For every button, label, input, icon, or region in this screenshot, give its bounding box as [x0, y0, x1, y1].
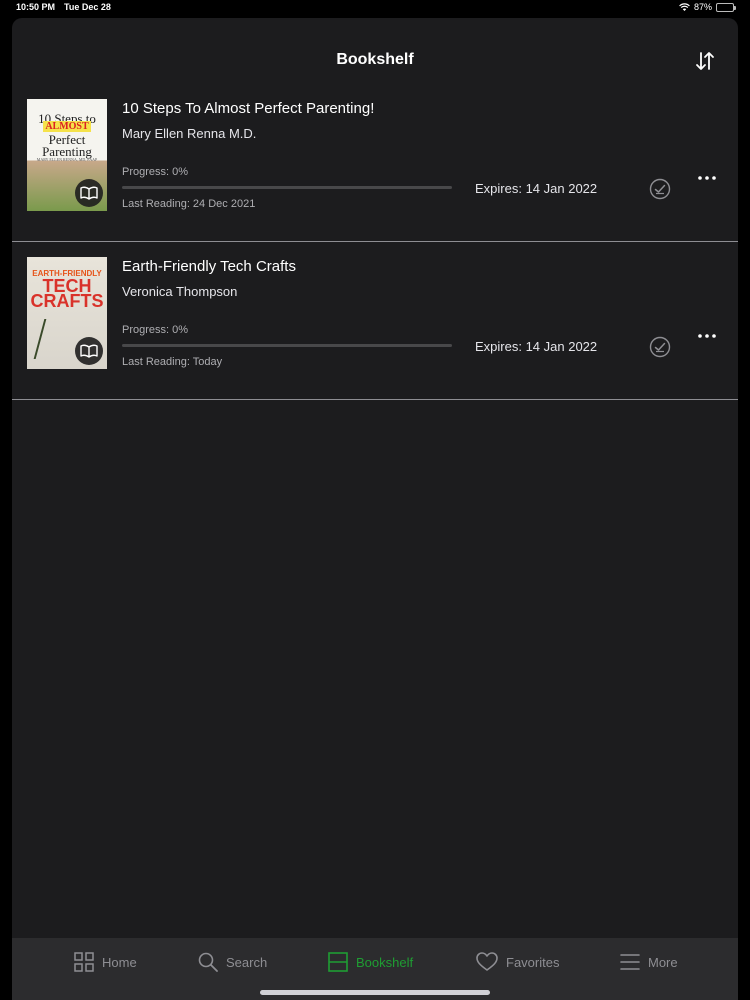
tab-home[interactable]: Home [74, 938, 137, 986]
ellipsis-icon [698, 176, 716, 180]
book-row[interactable]: 10 Steps to ALMOST Perfect Parenting MAR… [12, 84, 738, 242]
cover-title-line: ALMOST [43, 121, 91, 132]
tab-label: More [648, 954, 678, 970]
menu-icon [620, 954, 640, 970]
tab-favorites[interactable]: Favorites [476, 938, 559, 986]
home-indicator [260, 990, 490, 995]
open-book-icon[interactable] [75, 179, 103, 207]
cover-title-line: CRAFTS [30, 291, 104, 311]
cover-illustration [33, 319, 67, 359]
check-circle-icon [649, 178, 671, 200]
book-cover[interactable]: 10 Steps to ALMOST Perfect Parenting MAR… [27, 99, 107, 211]
battery-icon [716, 2, 736, 12]
last-reading: Last Reading: Today [122, 356, 223, 368]
expiry-date: Expires: 14 Jan 2022 [475, 339, 598, 354]
progress-label: Progress: 0% [122, 166, 189, 178]
tab-label: Favorites [506, 954, 560, 970]
status-indicators: 87% [679, 2, 736, 12]
more-options-button[interactable] [696, 326, 718, 346]
tab-label: Bookshelf [356, 954, 414, 970]
search-icon [198, 952, 218, 972]
battery-percent: 87% [693, 2, 712, 12]
book-author: Mary Ellen Renna M.D. [122, 126, 257, 141]
check-circle-icon [649, 336, 671, 358]
more-options-button[interactable] [696, 168, 718, 188]
status-time: 10:50 PM [16, 2, 56, 12]
cover-author-line: MARY ELLEN RENNA, MD, FAAP [36, 157, 98, 162]
open-book-icon[interactable] [75, 337, 103, 365]
book-title[interactable]: Earth-Friendly Tech Crafts [122, 258, 296, 275]
grid-icon [74, 952, 94, 972]
bookshelf-sheet: Bookshelf 10 Steps to ALMOST Perfect Par… [12, 18, 738, 1000]
status-bar: 10:50 PM Tue Dec 28 87% [0, 0, 750, 16]
sort-icon [696, 52, 714, 70]
book-row[interactable]: EARTH-FRIENDLY TECH CRAFTS Earth-Friendl… [12, 242, 738, 400]
progress-label: Progress: 0% [122, 324, 189, 336]
book-cover[interactable]: EARTH-FRIENDLY TECH CRAFTS [27, 257, 107, 369]
heart-icon [476, 952, 498, 971]
bookshelf-icon [328, 952, 348, 972]
progress-bar [122, 186, 452, 189]
sort-button[interactable] [692, 48, 718, 74]
return-button[interactable] [649, 178, 671, 200]
tab-label: Home [102, 954, 137, 970]
last-reading: Last Reading: 24 Dec 2021 [122, 198, 256, 210]
tab-label: Search [226, 954, 268, 970]
wifi-icon [679, 3, 690, 11]
ellipsis-icon [698, 334, 716, 338]
return-button[interactable] [649, 336, 671, 358]
tab-search[interactable]: Search [198, 938, 267, 986]
book-author: Veronica Thompson [122, 284, 238, 299]
page-title: Bookshelf [336, 51, 414, 68]
tab-bookshelf[interactable]: Bookshelf [328, 938, 413, 986]
book-title[interactable]: 10 Steps To Almost Perfect Parenting! [122, 100, 374, 117]
status-date: Tue Dec 28 [64, 2, 111, 12]
progress-bar [122, 344, 452, 347]
tab-more[interactable]: More [620, 938, 678, 986]
expiry-date: Expires: 14 Jan 2022 [475, 181, 598, 196]
